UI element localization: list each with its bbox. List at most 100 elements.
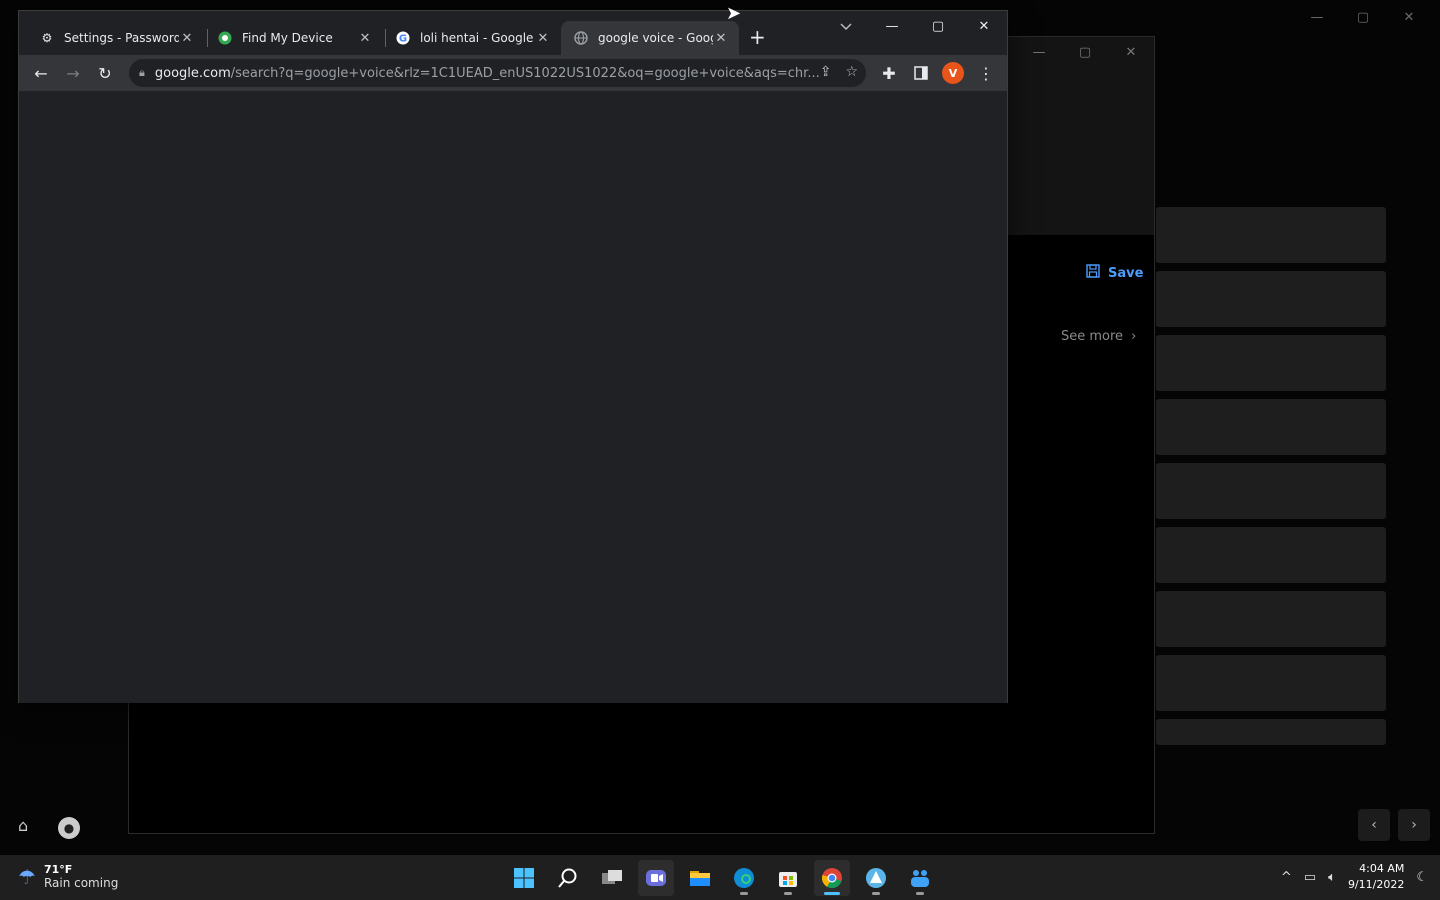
list-item[interactable] <box>1156 271 1386 327</box>
tab-title: Settings - Password M <box>64 31 179 45</box>
list-item[interactable] <box>1156 463 1386 519</box>
settings-list <box>1156 207 1386 753</box>
globe-icon <box>573 30 589 46</box>
close-icon[interactable]: ✕ <box>357 31 373 46</box>
pager: ‹ › <box>1358 809 1430 841</box>
tab-title: Find My Device <box>242 31 333 45</box>
list-item[interactable] <box>1156 527 1386 583</box>
chevron-right-icon: › <box>1131 329 1137 344</box>
taskbar-apps <box>506 860 938 896</box>
chevron-up-icon[interactable]: ^ <box>1281 870 1292 885</box>
user-icon[interactable]: ● <box>58 817 80 839</box>
page-content <box>19 91 1007 703</box>
find-device-icon <box>217 30 233 46</box>
more-menu-icon[interactable]: ⋮ <box>974 61 998 85</box>
tab-title: google voice - Goog <box>598 31 713 45</box>
close-icon[interactable]: ✕ <box>179 31 195 46</box>
file-explorer-icon[interactable] <box>682 860 718 896</box>
clock-date: 9/11/2022 <box>1347 878 1405 891</box>
running-indicator <box>916 892 924 895</box>
chevron-down-icon[interactable] <box>839 19 853 36</box>
tab-google-voice[interactable]: google voice - Goog ✕ <box>561 21 739 55</box>
forward-icon[interactable]: → <box>61 61 85 85</box>
running-indicator <box>824 892 840 895</box>
running-indicator <box>872 892 880 895</box>
avatar[interactable]: V <box>942 62 964 84</box>
search-icon[interactable] <box>550 860 586 896</box>
tab-settings[interactable]: ⚙ Settings - Password M ✕ <box>27 21 205 55</box>
chevron-left-icon[interactable]: ‹ <box>1358 809 1390 841</box>
minimize-icon[interactable]: — <box>869 11 915 41</box>
close-icon[interactable]: ✕ <box>1108 39 1154 65</box>
extensions-icon[interactable]: ✚ <box>877 61 901 85</box>
store-icon[interactable] <box>770 860 806 896</box>
network-icon[interactable]: ▭ <box>1304 870 1316 885</box>
list-item[interactable] <box>1156 207 1386 263</box>
address-bar-actions: ⇪ ☆ <box>820 64 858 80</box>
star-icon[interactable]: ☆ <box>845 64 858 80</box>
background-window-controls: — ▢ ✕ <box>1294 4 1432 30</box>
chrome-icon[interactable] <box>814 860 850 896</box>
volume-muted-icon[interactable]: 🔈︎ <box>1328 870 1336 885</box>
app-icon[interactable] <box>858 860 894 896</box>
system-tray: ^ ▭ 🔈︎ 4:04 AM 9/11/2022 ☾ <box>1281 861 1428 893</box>
tab-google-search[interactable]: G loli hentai - Google S ✕ <box>383 21 561 55</box>
weather-condition: Rain coming <box>43 876 119 890</box>
minimize-icon[interactable]: — <box>1016 39 1062 65</box>
list-item[interactable] <box>1156 655 1386 711</box>
close-icon[interactable]: ✕ <box>535 31 551 46</box>
running-indicator <box>784 892 792 895</box>
svg-text:G: G <box>399 34 407 45</box>
taskbar: ☂ 71°F Rain coming ^ ▭ 🔈︎ 4:04 AM 9/11/2… <box>0 855 1440 900</box>
address-path: /search?q=google+voice&rlz=1C1UEAD_enUS1… <box>230 65 820 81</box>
maximize-icon[interactable]: ▢ <box>915 11 961 41</box>
list-item[interactable] <box>1156 719 1386 745</box>
weather-temperature: 71°F <box>43 863 73 876</box>
close-icon[interactable]: ✕ <box>1386 4 1432 30</box>
secondary-window-controls: — ▢ ✕ <box>1016 39 1154 65</box>
back-icon[interactable]: ← <box>29 61 53 85</box>
teams-icon[interactable] <box>902 860 938 896</box>
close-icon[interactable]: ✕ <box>961 11 1007 41</box>
reload-icon[interactable]: ↻ <box>93 61 117 85</box>
tab-strip: ⚙ Settings - Password M ✕ Find My Device… <box>19 11 1007 55</box>
chrome-window-controls: — ▢ ✕ <box>869 11 1007 41</box>
gear-icon: ⚙ <box>41 31 53 45</box>
address-bar[interactable]: 🔒︎ google.com /search?q=google+voice&rlz… <box>129 59 866 87</box>
home-icon[interactable]: ⌂ <box>18 816 40 838</box>
task-view-icon[interactable] <box>594 860 630 896</box>
mouse-cursor-icon: ➤ <box>726 3 742 24</box>
tab-title: loli hentai - Google S <box>420 31 535 45</box>
share-icon[interactable]: ⇪ <box>820 64 832 80</box>
list-item[interactable] <box>1156 335 1386 391</box>
save-icon <box>1086 264 1100 282</box>
clock[interactable]: 4:04 AM 9/11/2022 <box>1348 861 1404 893</box>
desktop: — ▢ ✕ ‹ › — ▢ ✕ Save See more › ⚙ Settin… <box>0 0 1440 855</box>
start-icon[interactable] <box>506 860 542 896</box>
see-more-label: See more <box>1061 329 1124 344</box>
focus-assist-icon[interactable]: ☾ <box>1416 870 1428 885</box>
lock-icon: 🔒︎ <box>139 66 145 79</box>
weather-widget[interactable]: ☂ 71°F Rain coming <box>18 863 118 890</box>
chat-icon[interactable] <box>638 860 674 896</box>
google-icon: G <box>395 30 411 46</box>
new-tab-button[interactable]: + <box>749 25 766 49</box>
umbrella-icon: ☂ <box>18 864 36 889</box>
running-indicator <box>740 892 748 895</box>
clock-time: 4:04 AM <box>1359 862 1405 875</box>
side-panel-icon[interactable] <box>909 61 933 85</box>
chrome-window: ⚙ Settings - Password M ✕ Find My Device… <box>18 10 1008 703</box>
list-item[interactable] <box>1156 399 1386 455</box>
address-host: google.com <box>154 65 231 81</box>
edge-icon[interactable] <box>726 860 762 896</box>
save-label: Save <box>1108 265 1144 281</box>
maximize-icon[interactable]: ▢ <box>1062 39 1108 65</box>
list-item[interactable] <box>1156 591 1386 647</box>
close-icon[interactable]: ✕ <box>713 31 729 46</box>
maximize-icon[interactable]: ▢ <box>1340 4 1386 30</box>
minimize-icon[interactable]: — <box>1294 4 1340 30</box>
chevron-right-icon[interactable]: › <box>1398 809 1430 841</box>
tab-find-my-device[interactable]: Find My Device ✕ <box>205 21 383 55</box>
see-more-link[interactable]: See more › <box>1061 329 1136 344</box>
save-button[interactable]: Save <box>1086 264 1143 282</box>
